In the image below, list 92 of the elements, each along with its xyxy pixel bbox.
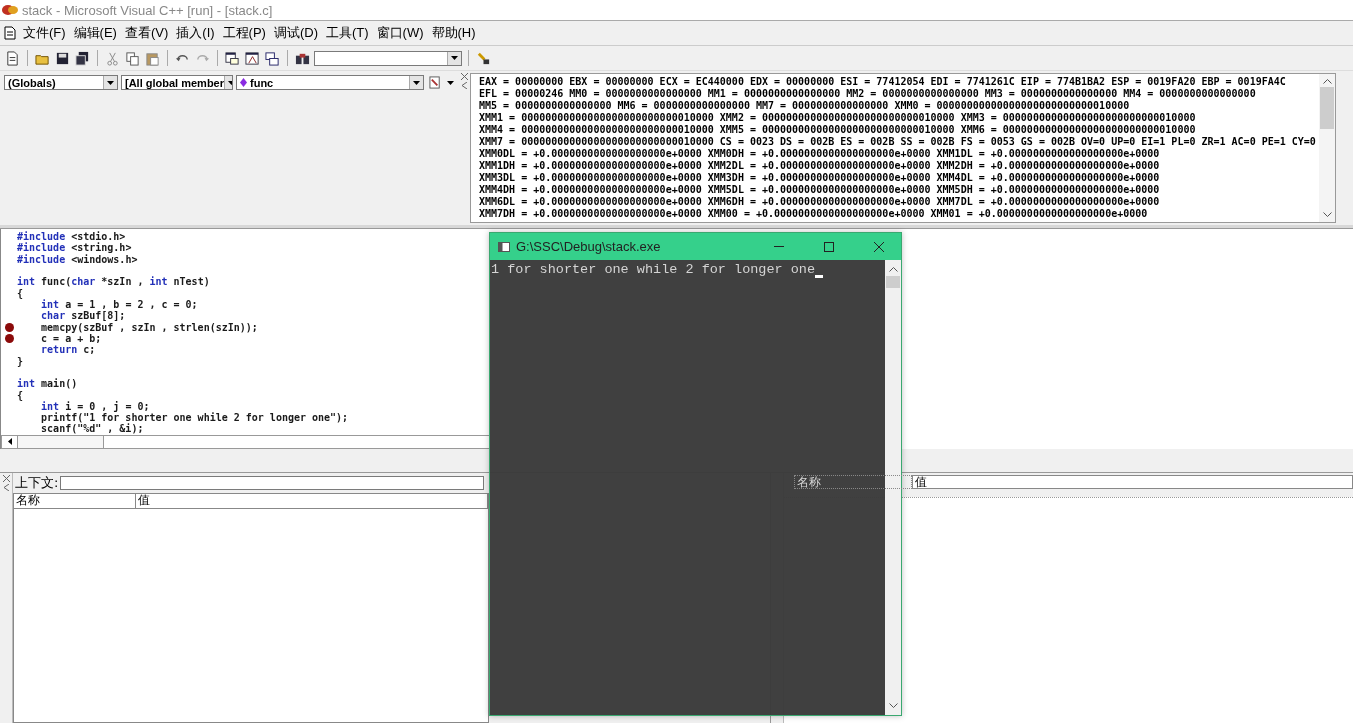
menu-item[interactable]: 工程(P) [221, 23, 267, 43]
filter-combo[interactable]: [All global member [121, 75, 233, 90]
code-line: #include <stdio.h> [17, 231, 126, 243]
menu-item[interactable]: 帮助(H) [430, 23, 477, 43]
text-cursor [815, 275, 824, 278]
member-combo[interactable]: func [236, 75, 424, 90]
window-icon [265, 50, 280, 66]
window-icon [245, 50, 260, 66]
diamond-icon [240, 78, 247, 87]
register-line: XMM4DH = +0.0000000000000000000e+0000 XMM5DL = +0.0000000000000000000e+0000 XMM5DH = +0.0000000000000000000e+0000 [479, 184, 1161, 196]
column-header[interactable]: 值 [136, 494, 488, 508]
code-line: char szBuf[8]; [40, 310, 126, 322]
register-line: XMM0DL = +0.0000000000000000000e+0000 XMM0DH = +0.0000000000000000000e+0000 XMM1DL = +0.0000000000000000000e+0000 [479, 148, 1161, 160]
menu-item[interactable]: 工具(T) [324, 23, 370, 43]
console-output: 1 for shorter one while 2 for longer one [491, 262, 816, 277]
close-icon[interactable] [2, 475, 10, 482]
maximize-icon [824, 241, 834, 252]
close-icon [874, 241, 884, 252]
dropdown-arrow-icon [413, 80, 420, 85]
scrollbar-thumb[interactable] [886, 276, 900, 288]
code-line: int main() [17, 378, 78, 390]
toolbar-button[interactable] [74, 49, 91, 67]
menu-item[interactable]: 窗口(W) [375, 23, 425, 43]
window-icon [225, 50, 240, 66]
register-line: XMM1 = 00000000000000000000000000010000 XMM2 = 00000000000000000000000000010000 XMM3 = 00000000000000000000000000010000 [479, 112, 1197, 124]
code-line: c = a + b; [40, 332, 102, 344]
window-title: stack - Microsoft Visual C++ [run] - [stack.c] [22, 2, 273, 18]
scroll-down-icon[interactable] [888, 703, 898, 709]
register-line: XMM7 = 00000000000000000000000000010000 CS = 0023 DS = 002B ES = 002B SS = 002B FS = 0053 GS = 002B OV=0 UP=0 EI=1 PL=0 ZR=1 AC=0 PE=1 CY=0 [479, 136, 1317, 148]
menu-item[interactable]: 调试(D) [272, 23, 319, 43]
toolbar-button[interactable] [244, 49, 261, 67]
scrollbar-thumb[interactable] [18, 435, 104, 448]
console-title: G:\SSC\Debug\stack.exe [516, 239, 662, 254]
code-line: scanf("%d" , &i); [40, 423, 144, 435]
dropdown-arrow-icon[interactable] [447, 80, 454, 85]
dropdown-arrow-icon [228, 80, 232, 85]
toolbar-button[interactable] [224, 49, 241, 67]
register-line: EAX = 00000000 EBX = 00000000 ECX = EC440000 EDX = 00000000 ESI = 77412054 EDI = 7741261C EIP = 774B1BA2 ESP = 0019FA20 EBP = 0019FA4C [479, 76, 1287, 88]
register-line: XMM6DL = +0.0000000000000000000e+0000 XMM6DH = +0.0000000000000000000e+0000 XMM7DL = +0.0000000000000000000e+0000 [479, 196, 1161, 208]
column-header[interactable]: 值 [912, 475, 1353, 489]
scrollbar-thumb[interactable] [1320, 87, 1334, 129]
restore-icon[interactable] [460, 82, 468, 89]
copy-icon [125, 50, 140, 66]
clipboard-icon [145, 50, 160, 66]
menu-item[interactable]: 编辑(E) [72, 23, 118, 43]
app-logo-icon [2, 4, 18, 16]
restore-icon[interactable] [2, 484, 10, 491]
code-line: } [17, 355, 24, 367]
scissors-icon [105, 50, 120, 66]
dropdown-arrow-icon [451, 56, 458, 60]
code-line: return c; [40, 344, 96, 356]
flashlight-icon [476, 50, 491, 66]
scroll-left-icon [7, 438, 12, 446]
code-line: #include <string.h> [17, 242, 132, 254]
minimize-icon [774, 246, 784, 247]
code-line: { [17, 389, 24, 401]
breakpoint-icon[interactable] [4, 333, 14, 343]
console-icon [498, 241, 510, 252]
register-line: XMM4 = 00000000000000000000000000010000 XMM5 = 00000000000000000000000000010000 XMM6 = 00000000000000000000000000010000 [479, 124, 1197, 136]
register-line: XMM7DH = +0.0000000000000000000e+0000 XMM00 = +0.0000000000000000000e+0000 XMM01 = +0.0000000000000000000e+0000 [479, 208, 1149, 220]
code-line: int i = 0 , j = 0; [40, 400, 150, 412]
register-line: EFL = 00000246 MM0 = 0000000000000000 MM1 = 0000000000000000 MM2 = 0000000000000000 MM3 = 0000000000000000 MM4 = 0000000000000000 [479, 88, 1257, 100]
context-combo[interactable] [60, 476, 485, 490]
horizontal-scrollbar[interactable] [1, 434, 490, 449]
scroll-up-icon[interactable] [888, 266, 898, 272]
toolbar-button[interactable] [4, 49, 21, 67]
class-combo[interactable]: (Globals) [4, 75, 118, 90]
wizard-icon [429, 76, 442, 89]
new-file-icon [5, 50, 20, 66]
close-icon[interactable] [460, 73, 468, 80]
register-line: MM5 = 0000000000000000 MM6 = 0000000000000000 MM7 = 0000000000000000 XMM0 = 00000000000000000000000000010000 [479, 100, 1131, 112]
context-label: 上下文: [15, 474, 59, 492]
column-header[interactable]: 名称 [14, 494, 136, 508]
document-icon[interactable] [4, 26, 16, 40]
menu-item[interactable]: 文件(F) [22, 23, 67, 43]
code-line: int func(char *szIn , int nTest) [17, 276, 210, 288]
code-line: memcpy(szBuf , szIn , strlen(szIn)); [40, 321, 258, 333]
toolbar-button[interactable] [264, 49, 281, 67]
menu-item[interactable]: 查看(V) [123, 23, 170, 43]
code-line: #include <windows.h> [17, 253, 138, 265]
floppy-disks-icon [75, 50, 90, 66]
register-line: XMM1DH = +0.0000000000000000000e+0000 XMM2DL = +0.0000000000000000000e+0000 XMM2DH = +0.0000000000000000000e+0000 [479, 160, 1161, 172]
breakpoint-icon[interactable] [4, 322, 14, 332]
dropdown-arrow-icon [107, 80, 114, 85]
code-line: { [17, 287, 24, 299]
menu-item[interactable]: 插入(I) [175, 23, 216, 43]
code-line: int a = 1 , b = 2 , c = 0; [40, 299, 198, 311]
register-line: XMM3DL = +0.0000000000000000000e+0000 XMM3DH = +0.0000000000000000000e+0000 XMM4DL = +0.0000000000000000000e+0000 [479, 172, 1161, 184]
find-combo[interactable] [314, 50, 462, 66]
scroll-up-icon[interactable] [1322, 78, 1332, 84]
code-line: printf("1 for shorter one while 2 for longer one"); [40, 412, 349, 424]
scroll-down-icon[interactable] [1322, 212, 1332, 218]
